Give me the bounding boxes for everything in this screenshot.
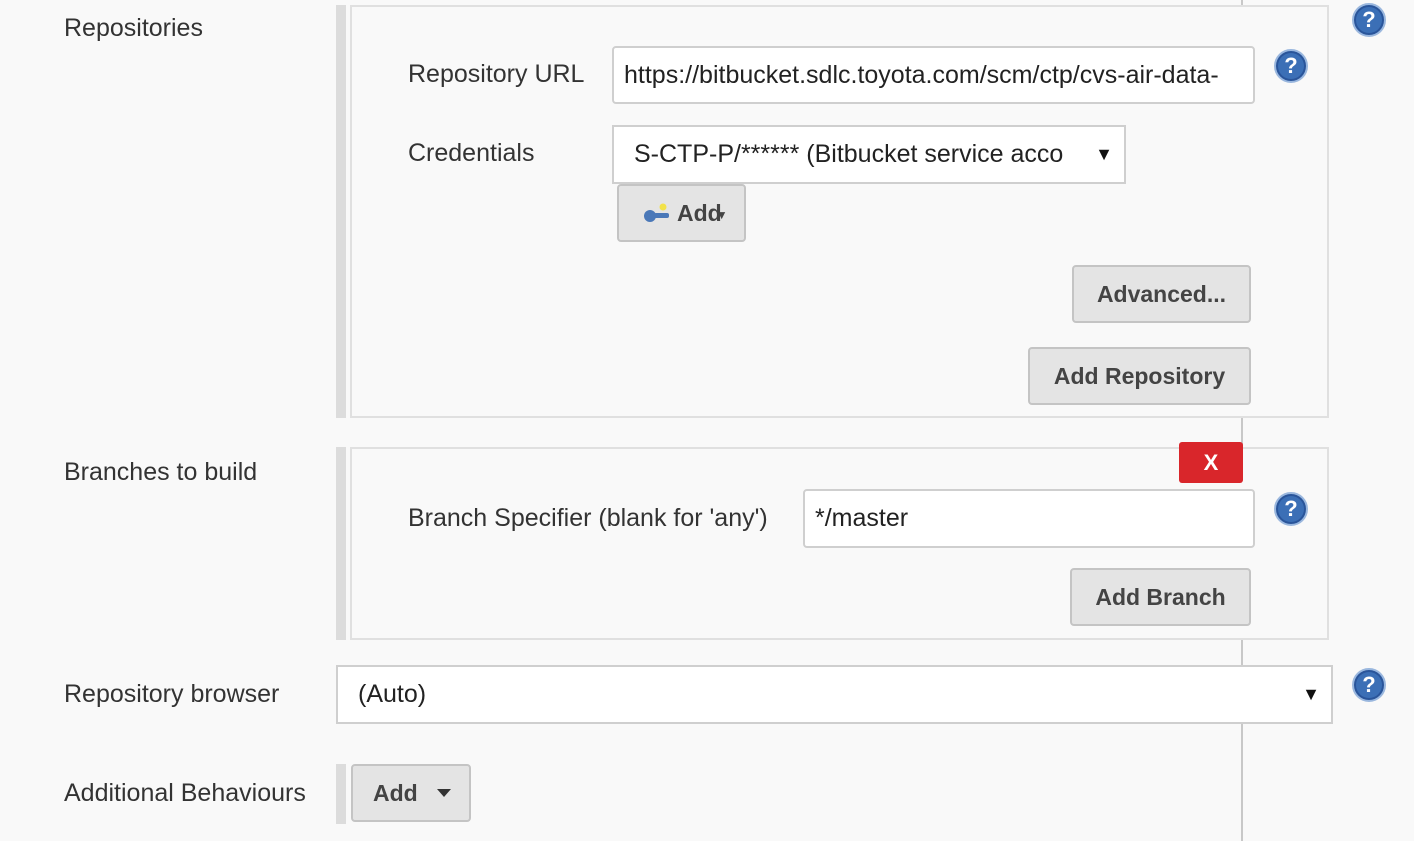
credentials-label: Credentials [408,139,535,167]
repository-browser-select[interactable]: (Auto) ▼ [336,665,1333,724]
key-icon [644,203,669,222]
delete-branch-button[interactable]: X [1179,442,1243,483]
repositories-help-icon[interactable]: ? [1352,3,1386,37]
small-dropdown-arrow-icon: ▼ [715,208,728,222]
add-repository-button[interactable]: Add Repository [1028,347,1251,405]
branch-specifier-label: Branch Specifier (blank for 'any') [408,504,768,532]
credentials-selected-value: S-CTP-P/****** (Bitbucket service acco [634,140,1064,168]
add-behaviour-label: Add [373,779,418,806]
behaviours-indent-bar [336,764,346,824]
additional-behaviours-label: Additional Behaviours [64,779,306,807]
add-behaviour-button[interactable]: Add [351,764,471,822]
repositories-indent-bar [336,5,346,418]
repository-url-help-icon[interactable]: ? [1274,49,1308,83]
advanced-button[interactable]: Advanced... [1072,265,1251,323]
repository-browser-selected-value: (Auto) [358,680,427,708]
repository-url-input[interactable]: https://bitbucket.sdlc.toyota.com/scm/ct… [612,46,1255,104]
repository-browser-help-icon[interactable]: ? [1352,668,1386,702]
repository-browser-label: Repository browser [64,680,280,708]
branches-indent-bar [336,447,346,640]
branch-specifier-help-icon[interactable]: ? [1274,492,1308,526]
chevron-down-icon: ▼ [1095,144,1113,164]
caret-down-icon [436,789,451,797]
chevron-down-icon: ▼ [1302,684,1320,704]
credentials-select[interactable]: S-CTP-P/****** (Bitbucket service acco ▼ [612,125,1126,184]
repository-url-label: Repository URL [408,60,585,88]
branches-label: Branches to build [64,458,258,486]
add-credentials-button[interactable]: Add ▼ [617,184,746,242]
add-branch-button[interactable]: Add Branch [1070,568,1251,626]
repositories-label: Repositories [64,14,203,42]
branch-specifier-input[interactable]: */master [803,489,1255,548]
